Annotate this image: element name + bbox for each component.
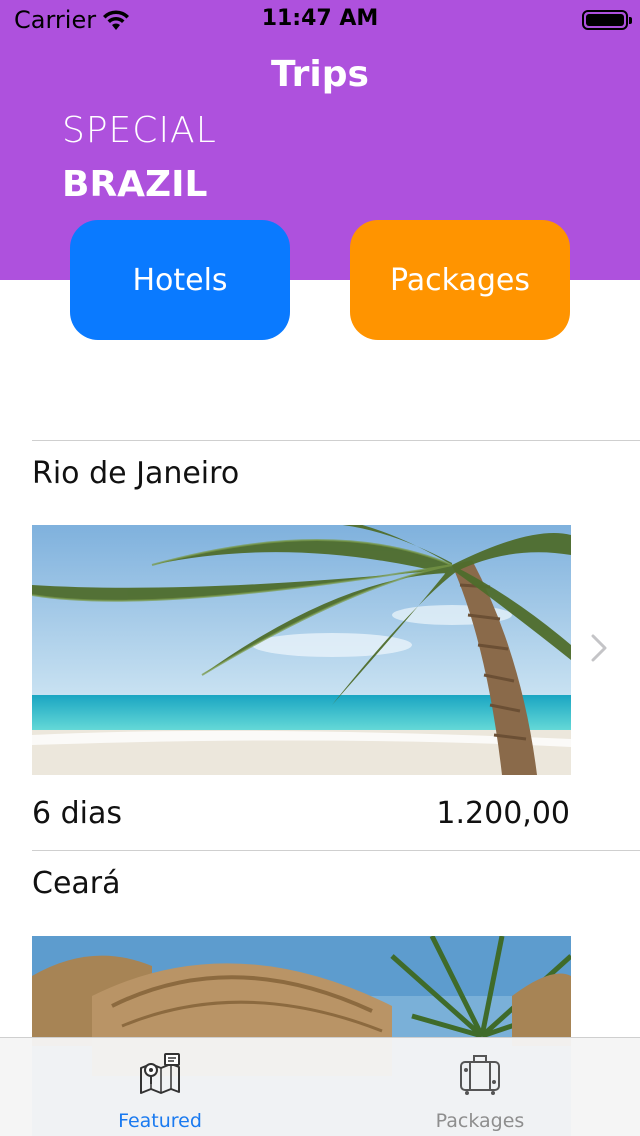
tab-packages[interactable]: Packages (320, 1038, 640, 1136)
tab-featured[interactable]: Featured (0, 1038, 320, 1136)
banner-special: SPECIAL (62, 110, 217, 151)
suitcase-icon (460, 1055, 500, 1095)
hotels-button[interactable]: Hotels (70, 220, 290, 340)
battery-icon (582, 10, 632, 30)
map-icon (140, 1053, 180, 1094)
trip-price: 1.200,00 (436, 796, 570, 831)
packages-button[interactable]: Packages (350, 220, 570, 340)
banner-country: BRAZIL (62, 164, 208, 205)
tab-label: Featured (118, 1110, 202, 1132)
trip-name: Ceará (32, 866, 121, 901)
tab-label: Packages (435, 1110, 525, 1132)
status-time: 11:47 AM (261, 6, 379, 31)
chevron-right-icon (591, 634, 607, 662)
beach-palm-image (32, 525, 571, 775)
trip-duration: 6 dias (32, 796, 123, 831)
trip-photo (32, 525, 571, 775)
trip-row-rio[interactable]: Rio de Janeiro 6 dias 1.200,00 (0, 440, 640, 850)
tab-bar: Featured Packages (0, 1037, 640, 1136)
status-bar: Carrier 11:47 AM (0, 0, 640, 40)
page-title: Trips (271, 54, 369, 95)
trip-name: Rio de Janeiro (32, 456, 240, 491)
